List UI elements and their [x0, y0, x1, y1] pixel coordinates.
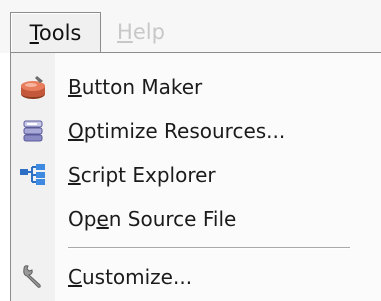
menu-item-label: Customize... [68, 265, 193, 289]
menu-item-customize[interactable]: Customize... [11, 255, 381, 299]
menu-item-script-explorer[interactable]: Script Explorer [11, 153, 381, 197]
optimize-resources-icon [11, 109, 55, 153]
menu-item-label: Script Explorer [68, 163, 216, 187]
menu-bar: Tools Help [0, 0, 381, 53]
tools-menu[interactable]: Tools [10, 12, 101, 52]
button-maker-icon [11, 65, 55, 109]
script-explorer-icon [11, 153, 55, 197]
menu-item-open-source-file[interactable]: Open Source File [11, 197, 381, 241]
tools-menu-label: Tools [29, 20, 82, 45]
customize-wrench-icon [11, 255, 55, 299]
menu-item-button-maker[interactable]: Button Maker [11, 65, 381, 109]
menu-item-label: Button Maker [68, 75, 203, 99]
menu-item-optimize-resources[interactable]: Optimize Resources... [11, 109, 381, 153]
menu-item-label: Open Source File [68, 207, 237, 231]
menu-item-label: Optimize Resources... [68, 119, 286, 143]
help-menu: Help [108, 12, 174, 52]
tools-dropdown-menu: Button Maker Optimize Resources... Scrip… [10, 52, 381, 301]
menu-separator [68, 247, 350, 249]
help-menu-label: Help [117, 20, 165, 44]
